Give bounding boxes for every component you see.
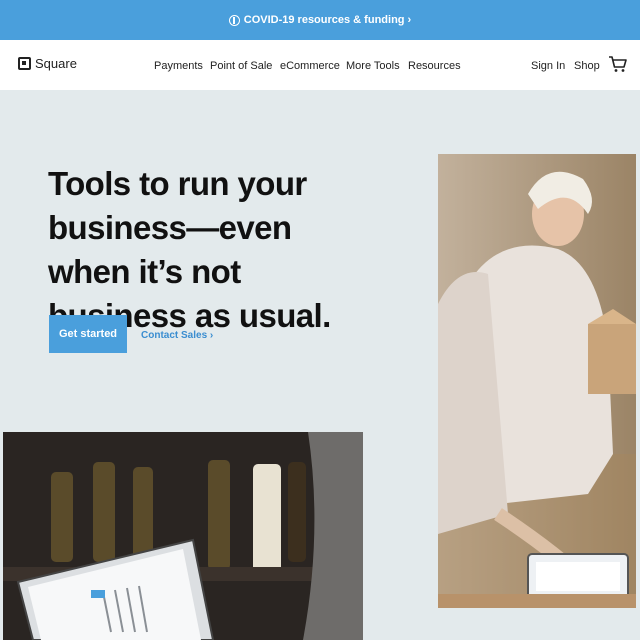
shop-link[interactable]: Shop [574, 60, 600, 72]
wine-shop-illustration [3, 432, 363, 640]
hero-heading: Tools to run your business—even when it’… [48, 165, 331, 334]
sign-in-link[interactable]: Sign In [531, 60, 565, 72]
covid-banner[interactable]: COVID-19 resources & funding › [0, 0, 640, 40]
nav-resources[interactable]: Resources [408, 60, 461, 72]
top-navbar: Square Payments Point of Sale eCommerce … [0, 40, 640, 90]
nav-payments[interactable]: Payments [154, 60, 203, 72]
contact-sales-link[interactable]: Contact Sales › [141, 330, 213, 341]
square-logo[interactable]: Square [18, 56, 77, 71]
nav-point-of-sale[interactable]: Point of Sale [210, 60, 272, 72]
nav-more-tools[interactable]: More Tools [346, 60, 400, 72]
woman-packing-illustration [438, 154, 636, 608]
info-icon [228, 14, 240, 26]
cart-icon[interactable] [608, 54, 628, 74]
nav-ecommerce[interactable]: eCommerce [280, 60, 340, 72]
photo-pos-tablet-wine-shop [3, 432, 363, 640]
banner-text: COVID-19 resources & funding › [243, 14, 412, 26]
square-logo-icon [18, 57, 31, 70]
hero-photo-woman-packing [438, 154, 636, 608]
get-started-button[interactable]: Get started [49, 315, 127, 353]
logo-text: Square [35, 56, 77, 71]
